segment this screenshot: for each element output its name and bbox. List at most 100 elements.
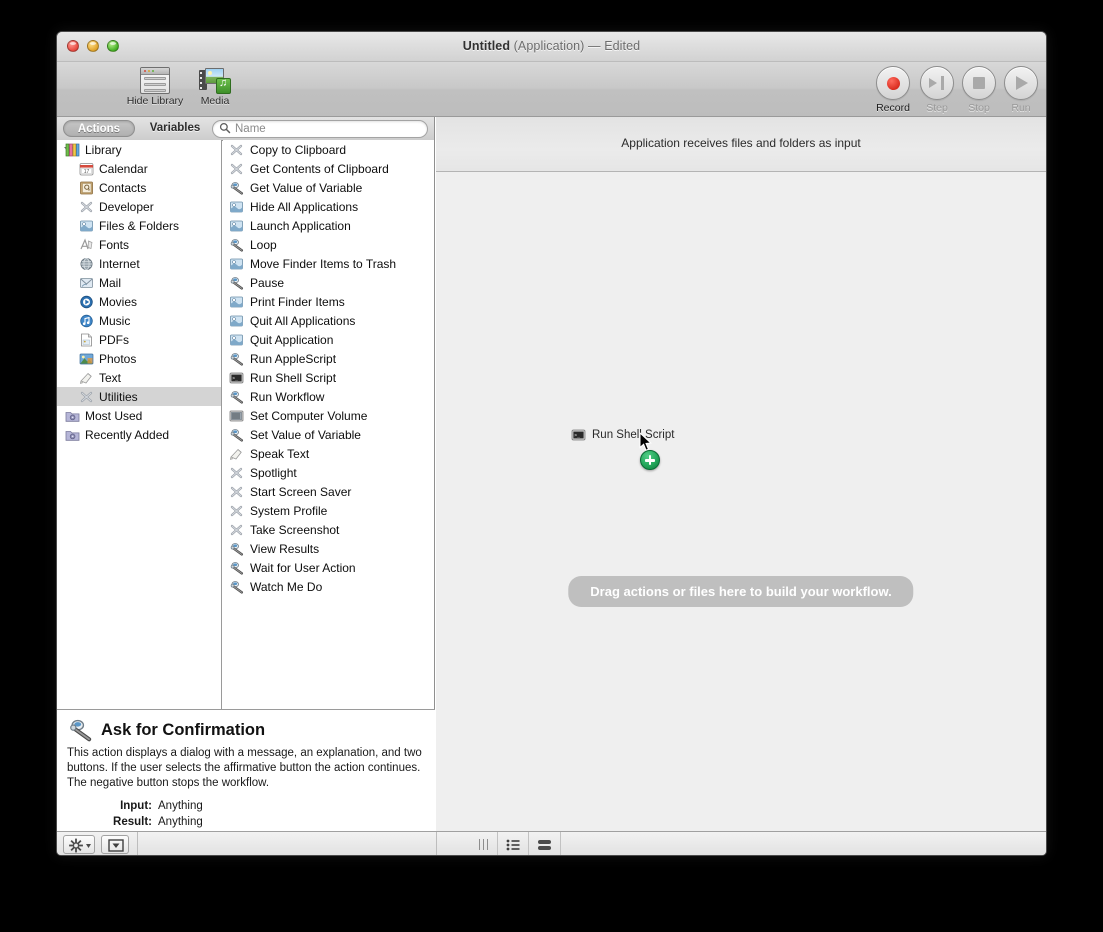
automator-icon bbox=[229, 238, 244, 252]
category-list[interactable]: Library 17 Calendar Contacts Developer Files … bbox=[57, 140, 222, 709]
gear-menu-button[interactable] bbox=[63, 835, 95, 854]
action-item-label: Get Value of Variable bbox=[250, 180, 363, 195]
action-item-label: Run Workflow bbox=[250, 389, 325, 404]
stop-button[interactable]: Stop bbox=[957, 66, 1001, 114]
action-item-system-profile[interactable]: System Profile bbox=[223, 501, 434, 520]
category-item-calendar[interactable]: 17 Calendar bbox=[57, 159, 221, 178]
action-item-loop[interactable]: Loop bbox=[223, 235, 434, 254]
finder-icon bbox=[229, 257, 244, 271]
category-item-label: Developer bbox=[99, 199, 154, 214]
category-item-movies[interactable]: Movies bbox=[57, 292, 221, 311]
action-item-label: Set Computer Volume bbox=[250, 408, 368, 423]
svg-text:>_: >_ bbox=[232, 376, 238, 381]
action-item-spotlight[interactable]: Spotlight bbox=[223, 463, 434, 482]
media-button[interactable]: Media bbox=[179, 65, 251, 107]
action-item-move-finder-items-to-trash[interactable]: Move Finder Items to Trash bbox=[223, 254, 434, 273]
step-button[interactable]: Step bbox=[915, 66, 959, 114]
action-item-run-workflow[interactable]: Run Workflow bbox=[223, 387, 434, 406]
category-item-label: Text bbox=[99, 370, 122, 385]
category-item-music[interactable]: Music bbox=[57, 311, 221, 330]
step-icon bbox=[920, 66, 954, 100]
category-item-utilities[interactable]: Utilities bbox=[57, 387, 221, 406]
action-item-hide-all-applications[interactable]: Hide All Applications bbox=[223, 197, 434, 216]
window-statusbar bbox=[57, 831, 1046, 855]
action-item-get-value-of-variable[interactable]: Get Value of Variable bbox=[223, 178, 434, 197]
action-item-wait-for-user-action[interactable]: Wait for User Action bbox=[223, 558, 434, 577]
category-item-internet[interactable]: Internet bbox=[57, 254, 221, 273]
description-body: This action displays a dialog with a mes… bbox=[67, 747, 422, 789]
utilities-icon bbox=[229, 523, 244, 537]
action-item-copy-to-clipboard[interactable]: Copy to Clipboard bbox=[223, 140, 434, 159]
terminal-icon: >_ bbox=[229, 371, 244, 385]
tab-variables[interactable]: Variables bbox=[141, 120, 209, 137]
svg-text:17: 17 bbox=[84, 169, 90, 175]
library-panel: Actions Variables Library 17 Calendar Conta… bbox=[57, 117, 435, 831]
compact-view-icon bbox=[538, 840, 551, 850]
category-item-library[interactable]: Library bbox=[57, 140, 221, 159]
action-item-get-contents-of-clipboard[interactable]: Get Contents of Clipboard bbox=[223, 159, 434, 178]
drag-preview-run-shell-script: >_ Run Shell Script bbox=[571, 428, 674, 442]
action-list[interactable]: Copy to Clipboard Get Contents of Clipboa… bbox=[223, 140, 434, 709]
files-folders-icon bbox=[79, 219, 94, 233]
category-item-recently-added[interactable]: Recently Added bbox=[57, 425, 221, 444]
run-button[interactable]: Run bbox=[999, 66, 1043, 114]
action-item-set-computer-volume[interactable]: Set Computer Volume bbox=[223, 406, 434, 425]
automator-icon bbox=[67, 718, 93, 742]
category-item-fonts[interactable]: Fonts bbox=[57, 235, 221, 254]
workflow-panel: Application receives files and folders a… bbox=[436, 117, 1046, 831]
description-io: Input: Anything Result: Anything bbox=[57, 798, 435, 830]
list-view-button[interactable] bbox=[497, 832, 529, 855]
category-item-developer[interactable]: Developer bbox=[57, 197, 221, 216]
resize-grip[interactable] bbox=[479, 839, 491, 851]
category-item-label: Mail bbox=[99, 275, 122, 290]
utilities-icon bbox=[79, 390, 94, 404]
category-item-label: Files & Folders bbox=[99, 218, 180, 233]
category-item-most-used[interactable]: Most Used bbox=[57, 406, 221, 425]
action-item-label: Launch Application bbox=[250, 218, 351, 233]
statusbar-divider bbox=[137, 832, 138, 855]
category-item-mail[interactable]: Mail bbox=[57, 273, 221, 292]
category-item-label: Most Used bbox=[85, 408, 143, 423]
action-item-quit-application[interactable]: Quit Application bbox=[223, 330, 434, 349]
action-item-take-screenshot[interactable]: Take Screenshot bbox=[223, 520, 434, 539]
music-icon bbox=[79, 314, 94, 328]
tab-actions[interactable]: Actions bbox=[63, 120, 135, 137]
compact-view-button[interactable] bbox=[528, 832, 561, 855]
action-item-watch-me-do[interactable]: Watch Me Do bbox=[223, 577, 434, 596]
action-item-run-shell-script[interactable]: >_ Run Shell Script bbox=[223, 368, 434, 387]
window-title-document: Untitled bbox=[462, 39, 511, 53]
category-item-contacts[interactable]: Contacts bbox=[57, 178, 221, 197]
text-icon bbox=[229, 447, 244, 461]
window-title-state: — Edited bbox=[588, 39, 641, 53]
stop-icon bbox=[962, 66, 996, 100]
statusbar-panel-divider bbox=[436, 832, 437, 855]
action-item-speak-text[interactable]: Speak Text bbox=[223, 444, 434, 463]
run-icon bbox=[1004, 66, 1038, 100]
category-item-files-folders[interactable]: Files & Folders bbox=[57, 216, 221, 235]
action-item-label: Watch Me Do bbox=[250, 579, 323, 594]
description-result-row: Result: Anything bbox=[57, 814, 435, 830]
disclosure-menu-button[interactable] bbox=[101, 835, 129, 854]
action-item-launch-application[interactable]: Launch Application bbox=[223, 216, 434, 235]
window-title: Untitled (Application) — Edited bbox=[57, 39, 1046, 53]
action-item-start-screen-saver[interactable]: Start Screen Saver bbox=[223, 482, 434, 501]
search-input[interactable] bbox=[212, 120, 428, 138]
action-item-set-value-of-variable[interactable]: Set Value of Variable bbox=[223, 425, 434, 444]
action-item-quit-all-applications[interactable]: Quit All Applications bbox=[223, 311, 434, 330]
category-item-photos[interactable]: Photos bbox=[57, 349, 221, 368]
workflow-header: Application receives files and folders a… bbox=[436, 117, 1046, 172]
action-item-view-results[interactable]: View Results bbox=[223, 539, 434, 558]
workflow-canvas[interactable]: >_ Run Shell Script Drag actions or file… bbox=[436, 172, 1046, 831]
action-item-print-finder-items[interactable]: Print Finder Items bbox=[223, 292, 434, 311]
action-item-pause[interactable]: Pause bbox=[223, 273, 434, 292]
action-item-label: Hide All Applications bbox=[250, 199, 359, 214]
automator-icon bbox=[229, 181, 244, 195]
category-item-pdfs[interactable]: PDFs bbox=[57, 330, 221, 349]
action-item-label: Spotlight bbox=[250, 465, 297, 480]
record-button[interactable]: Record bbox=[871, 66, 915, 114]
library-search bbox=[212, 119, 428, 138]
category-item-text[interactable]: Text bbox=[57, 368, 221, 387]
action-item-run-applescript[interactable]: Run AppleScript bbox=[223, 349, 434, 368]
photos-icon bbox=[79, 352, 94, 366]
finder-icon bbox=[229, 314, 244, 328]
